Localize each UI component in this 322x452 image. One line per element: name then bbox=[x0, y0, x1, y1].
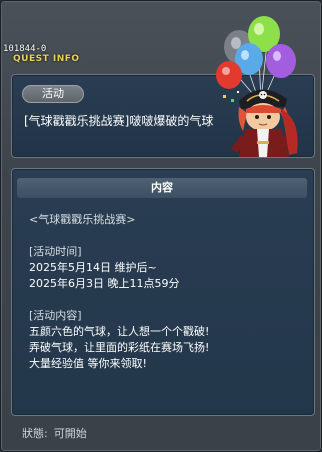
quest-description: <气球戳戳乐挑战赛> [活动时间] 2025年5月14日 维护后~ 2025年6… bbox=[29, 212, 307, 372]
description-line: 弄破气球，让里面的彩纸在赛场飞扬! bbox=[29, 341, 210, 354]
quest-name: [气球戳戳乐挑战赛]啵啵爆破的气球 bbox=[24, 114, 214, 128]
window-title: QUEST INFO bbox=[13, 54, 80, 64]
description-line: 大量经验值 等你来领取! bbox=[29, 357, 147, 370]
quest-id: 101844-0 bbox=[3, 44, 47, 54]
pirate-with-balloons-icon bbox=[216, 16, 298, 157]
description-line: 2025年6月3日 晚上11点59分 bbox=[29, 277, 180, 290]
status-value: 可開始 bbox=[53, 427, 87, 440]
description-line: <气球戳戳乐挑战赛> bbox=[29, 213, 136, 226]
description-line bbox=[29, 228, 307, 244]
quest-info-window: 101844-0 QUEST INFO 活动 [气球戳戳乐挑战赛]啵啵爆破的气球… bbox=[0, 0, 322, 452]
quest-content-panel[interactable]: 内容 <气球戳戳乐挑战赛> [活动时间] 2025年5月14日 维护后~ 202… bbox=[11, 168, 315, 416]
category-badge: 活动 bbox=[22, 85, 84, 103]
description-line: 2025年5月14日 维护后~ bbox=[29, 261, 157, 274]
status-label: 狀態: bbox=[22, 427, 48, 440]
description-line bbox=[29, 292, 307, 308]
description-line: [活动内容] bbox=[29, 309, 82, 322]
content-section-header: 内容 bbox=[17, 178, 307, 198]
quest-status: 狀態: 可開始 bbox=[22, 425, 93, 441]
description-line: [活动时间] bbox=[29, 245, 82, 258]
description-line: 五颜六色的气球，让人想一个个戳破! bbox=[29, 325, 210, 338]
